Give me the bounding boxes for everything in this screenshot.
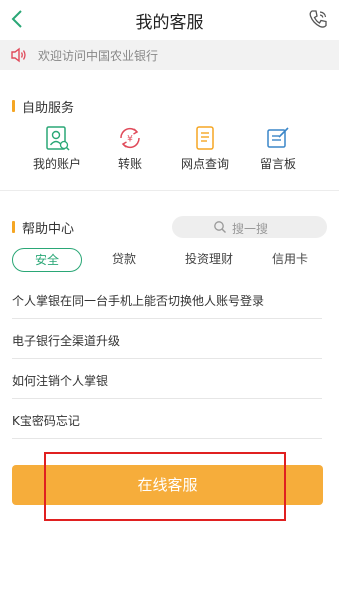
faq-item[interactable]: K宝密码忘记 <box>12 399 322 439</box>
tab-loans[interactable]: 贷款 <box>94 248 154 272</box>
service-label: 网点查询 <box>180 157 229 171</box>
search-icon <box>214 221 226 233</box>
service-message-board[interactable]: 留言板 <box>238 125 318 172</box>
tab-investment[interactable]: 投资理财 <box>174 248 244 272</box>
section-marker <box>12 221 15 233</box>
account-icon <box>46 126 70 151</box>
faq-text: 电子银行全渠道升级 <box>12 334 121 348</box>
section-marker <box>12 100 15 112</box>
message-board-icon <box>267 127 289 148</box>
phone-icon[interactable] <box>307 8 329 30</box>
help-center-title: 帮助中心 <box>22 222 75 237</box>
faq-text: 个人掌银在同一台手机上能否切换他人账号登录 <box>12 294 265 308</box>
speaker-icon <box>11 47 26 63</box>
svg-text:¥: ¥ <box>127 135 133 145</box>
faq-text: 如何注销个人掌银 <box>12 374 109 388</box>
tab-credit-card[interactable]: 信用卡 <box>260 248 320 272</box>
service-transfer[interactable]: ¥ 转账 <box>90 125 170 172</box>
faq-text: K宝密码忘记 <box>12 414 80 428</box>
help-tabs: 安全 贷款 投资理财 信用卡 <box>12 248 332 272</box>
notice-text: 欢迎访问中国农业银行 <box>38 49 159 63</box>
header: 我的客服 <box>0 0 339 40</box>
search-input[interactable]: 搜一搜 <box>172 216 327 238</box>
faq-item[interactable]: 如何注销个人掌银 <box>12 359 322 399</box>
notice-bar: 欢迎访问中国农业银行 <box>0 40 339 70</box>
service-my-account[interactable]: 我的账户 <box>17 125 97 172</box>
service-branch-query[interactable]: 网点查询 <box>165 125 245 172</box>
section-divider <box>0 190 339 191</box>
service-label: 转账 <box>117 157 142 171</box>
highlight-box <box>44 452 286 521</box>
branch-query-icon <box>196 126 214 150</box>
page-title: 我的客服 <box>135 13 204 33</box>
service-label: 我的账户 <box>32 157 81 171</box>
tab-security[interactable]: 安全 <box>12 248 82 272</box>
search-placeholder: 搜一搜 <box>232 222 269 236</box>
transfer-icon: ¥ <box>120 127 140 149</box>
faq-item[interactable]: 个人掌银在同一台手机上能否切换他人账号登录 <box>12 279 322 319</box>
faq-item[interactable]: 电子银行全渠道升级 <box>12 319 322 359</box>
service-label: 留言板 <box>259 157 296 171</box>
self-service-title: 自助服务 <box>22 101 75 116</box>
